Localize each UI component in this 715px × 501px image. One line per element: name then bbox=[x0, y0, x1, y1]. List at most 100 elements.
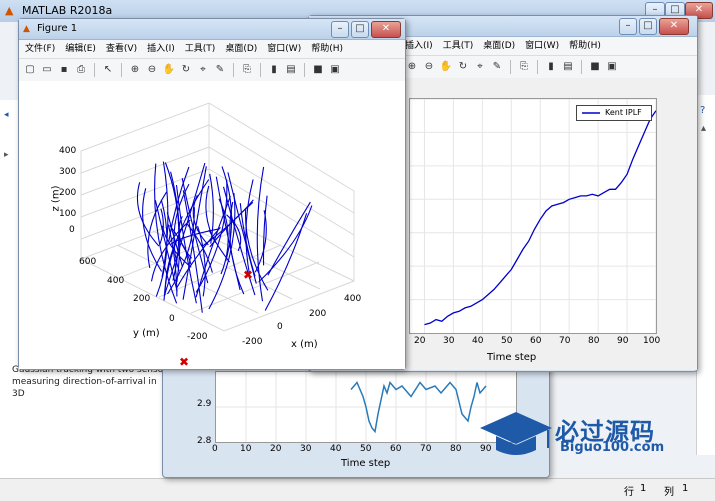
fig2-legend-label: Kent IPLF bbox=[605, 108, 642, 117]
fig1-ztick: 300 bbox=[59, 167, 77, 177]
fig2-xtick: 40 bbox=[472, 336, 484, 346]
fig1-ytick: 600 bbox=[79, 257, 97, 267]
sensor-marker-1: ✖ bbox=[179, 355, 189, 369]
fig2-menu-help[interactable]: 帮助(H) bbox=[569, 37, 601, 55]
help-icon[interactable]: ? bbox=[700, 105, 705, 116]
fig2-maximize-button[interactable]: □ bbox=[639, 18, 657, 35]
open-icon[interactable]: ▭ bbox=[40, 63, 54, 77]
legend-icon[interactable]: ▤ bbox=[284, 63, 298, 77]
zoom-in-icon[interactable]: ⊕ bbox=[128, 63, 142, 77]
new-figure-icon[interactable]: ▢ bbox=[23, 63, 37, 77]
fig1-menubar: 文件(F) 编辑(E) 查看(V) 插入(I) 工具(T) 桌面(D) 窗口(W… bbox=[19, 40, 405, 59]
fig1-xtick: -200 bbox=[242, 337, 263, 347]
status-col-label: 列 bbox=[664, 487, 674, 498]
panel-arrow-icon[interactable]: ◂ bbox=[4, 110, 9, 120]
show-tools-icon[interactable]: ▣ bbox=[605, 60, 619, 74]
brush-icon[interactable]: ✎ bbox=[213, 63, 227, 77]
fig1-canvas[interactable]: ✖ ✖ bbox=[19, 81, 405, 369]
fig3-ytick-1: 2.8 bbox=[197, 436, 212, 446]
print-icon[interactable]: ⎙ bbox=[74, 63, 88, 77]
fig1-menu-help[interactable]: 帮助(H) bbox=[311, 40, 343, 58]
fig1-ytick: 200 bbox=[133, 294, 151, 304]
graduation-cap-logo bbox=[480, 412, 552, 455]
fig3-xtick: 30 bbox=[300, 444, 312, 454]
colorbar-icon[interactable]: ▮ bbox=[267, 63, 281, 77]
show-tools-icon[interactable]: ▣ bbox=[328, 63, 342, 77]
fig1-ztick: 200 bbox=[59, 188, 77, 198]
figure1-title-bar[interactable]: ▲ Figure 1 – □ ✕ bbox=[19, 19, 405, 40]
fig2-menu-insert[interactable]: 插入(I) bbox=[405, 37, 433, 55]
sensor-marker-2: ✖ bbox=[243, 268, 253, 282]
fig3-xtick: 60 bbox=[390, 444, 402, 454]
fig1-ztick: 400 bbox=[59, 146, 77, 156]
fig3-xtick: 10 bbox=[240, 444, 252, 454]
hide-tools-icon[interactable]: ■ bbox=[588, 60, 602, 74]
figure2-plot bbox=[410, 98, 657, 333]
select-arrow-icon[interactable]: ↖ bbox=[101, 63, 115, 77]
panel-expand-icon[interactable]: ▸ bbox=[4, 150, 9, 160]
figure3-axes[interactable] bbox=[215, 371, 517, 443]
fig2-xtick: 80 bbox=[588, 336, 600, 346]
status-col-value: 1 bbox=[682, 483, 689, 494]
fig1-ytick: 400 bbox=[107, 276, 125, 286]
fig2-close-button[interactable]: ✕ bbox=[659, 18, 689, 35]
fig1-xtick: 0 bbox=[277, 322, 283, 332]
figure-icon: ▲ bbox=[23, 24, 30, 34]
fig1-menu-edit[interactable]: 编辑(E) bbox=[65, 40, 96, 58]
save-icon[interactable]: ▪ bbox=[57, 63, 71, 77]
hide-tools-icon[interactable]: ■ bbox=[311, 63, 325, 77]
fig1-menu-view[interactable]: 查看(V) bbox=[106, 40, 137, 58]
fig2-minimize-button[interactable]: – bbox=[619, 18, 637, 35]
figure1-title: Figure 1 bbox=[37, 23, 78, 34]
legend-line-icon bbox=[582, 112, 600, 114]
fig2-xtick: 50 bbox=[501, 336, 513, 346]
figure3-plot bbox=[216, 372, 516, 442]
rotate-icon[interactable]: ↻ bbox=[456, 60, 470, 74]
fig2-legend[interactable]: Kent IPLF bbox=[576, 105, 652, 121]
fig3-xtick: 50 bbox=[360, 444, 372, 454]
main-window-title: MATLAB R2018a bbox=[22, 4, 113, 17]
fig1-menu-window[interactable]: 窗口(W) bbox=[267, 40, 301, 58]
fig1-menu-tools[interactable]: 工具(T) bbox=[185, 40, 216, 58]
zoom-in-icon[interactable]: ⊕ bbox=[405, 60, 419, 74]
fig1-ztick: 0 bbox=[69, 225, 75, 235]
rotate-icon[interactable]: ↻ bbox=[179, 63, 193, 77]
fig3-xtick: 70 bbox=[420, 444, 432, 454]
fig3-xlabel: Time step bbox=[341, 458, 391, 469]
fig3-xtick: 0 bbox=[212, 444, 218, 454]
fig1-xtick: 400 bbox=[344, 294, 362, 304]
fig1-menu-desktop[interactable]: 桌面(D) bbox=[225, 40, 257, 58]
fig2-xlabel: Time step bbox=[487, 352, 537, 363]
zoom-out-icon[interactable]: ⊖ bbox=[422, 60, 436, 74]
colorbar-icon[interactable]: ▮ bbox=[544, 60, 558, 74]
scroll-up-icon[interactable]: ▴ bbox=[701, 123, 706, 134]
fig2-menu-window[interactable]: 窗口(W) bbox=[525, 37, 559, 55]
datatip-icon[interactable]: ⌖ bbox=[473, 60, 487, 74]
fig1-menu-insert[interactable]: 插入(I) bbox=[147, 40, 175, 58]
fig1-ztick: 100 bbox=[59, 209, 77, 219]
fig1-ytick: -200 bbox=[187, 332, 208, 342]
figure2-axes[interactable]: Kent IPLF bbox=[409, 98, 657, 334]
brush-icon[interactable]: ✎ bbox=[490, 60, 504, 74]
link-icon[interactable]: ⎘ bbox=[517, 60, 531, 74]
datatip-icon[interactable]: ⌖ bbox=[196, 63, 210, 77]
fig2-menu-desktop[interactable]: 桌面(D) bbox=[483, 37, 515, 55]
figure1-window[interactable]: ▲ Figure 1 – □ ✕ 文件(F) 编辑(E) 查看(V) 插入(I)… bbox=[18, 18, 406, 370]
fig1-minimize-button[interactable]: – bbox=[331, 21, 349, 38]
svg-text:✖: ✖ bbox=[179, 355, 189, 369]
svg-text:✖: ✖ bbox=[243, 268, 253, 282]
fig3-ytick-0: 2.9 bbox=[197, 399, 212, 409]
right-panel: ? ▴ bbox=[696, 95, 715, 455]
fig2-menu-tools[interactable]: 工具(T) bbox=[443, 37, 474, 55]
pan-icon[interactable]: ✋ bbox=[162, 63, 176, 77]
pan-icon[interactable]: ✋ bbox=[439, 60, 453, 74]
zoom-out-icon[interactable]: ⊖ bbox=[145, 63, 159, 77]
fig1-zlabel: z (m) bbox=[50, 185, 62, 212]
legend-icon[interactable]: ▤ bbox=[561, 60, 575, 74]
trajectory-line bbox=[245, 179, 254, 275]
fig2-xtick: 70 bbox=[559, 336, 571, 346]
fig1-close-button[interactable]: ✕ bbox=[371, 21, 401, 38]
fig1-menu-file[interactable]: 文件(F) bbox=[25, 40, 55, 58]
link-icon[interactable]: ⎘ bbox=[240, 63, 254, 77]
fig1-maximize-button[interactable]: □ bbox=[351, 21, 369, 38]
